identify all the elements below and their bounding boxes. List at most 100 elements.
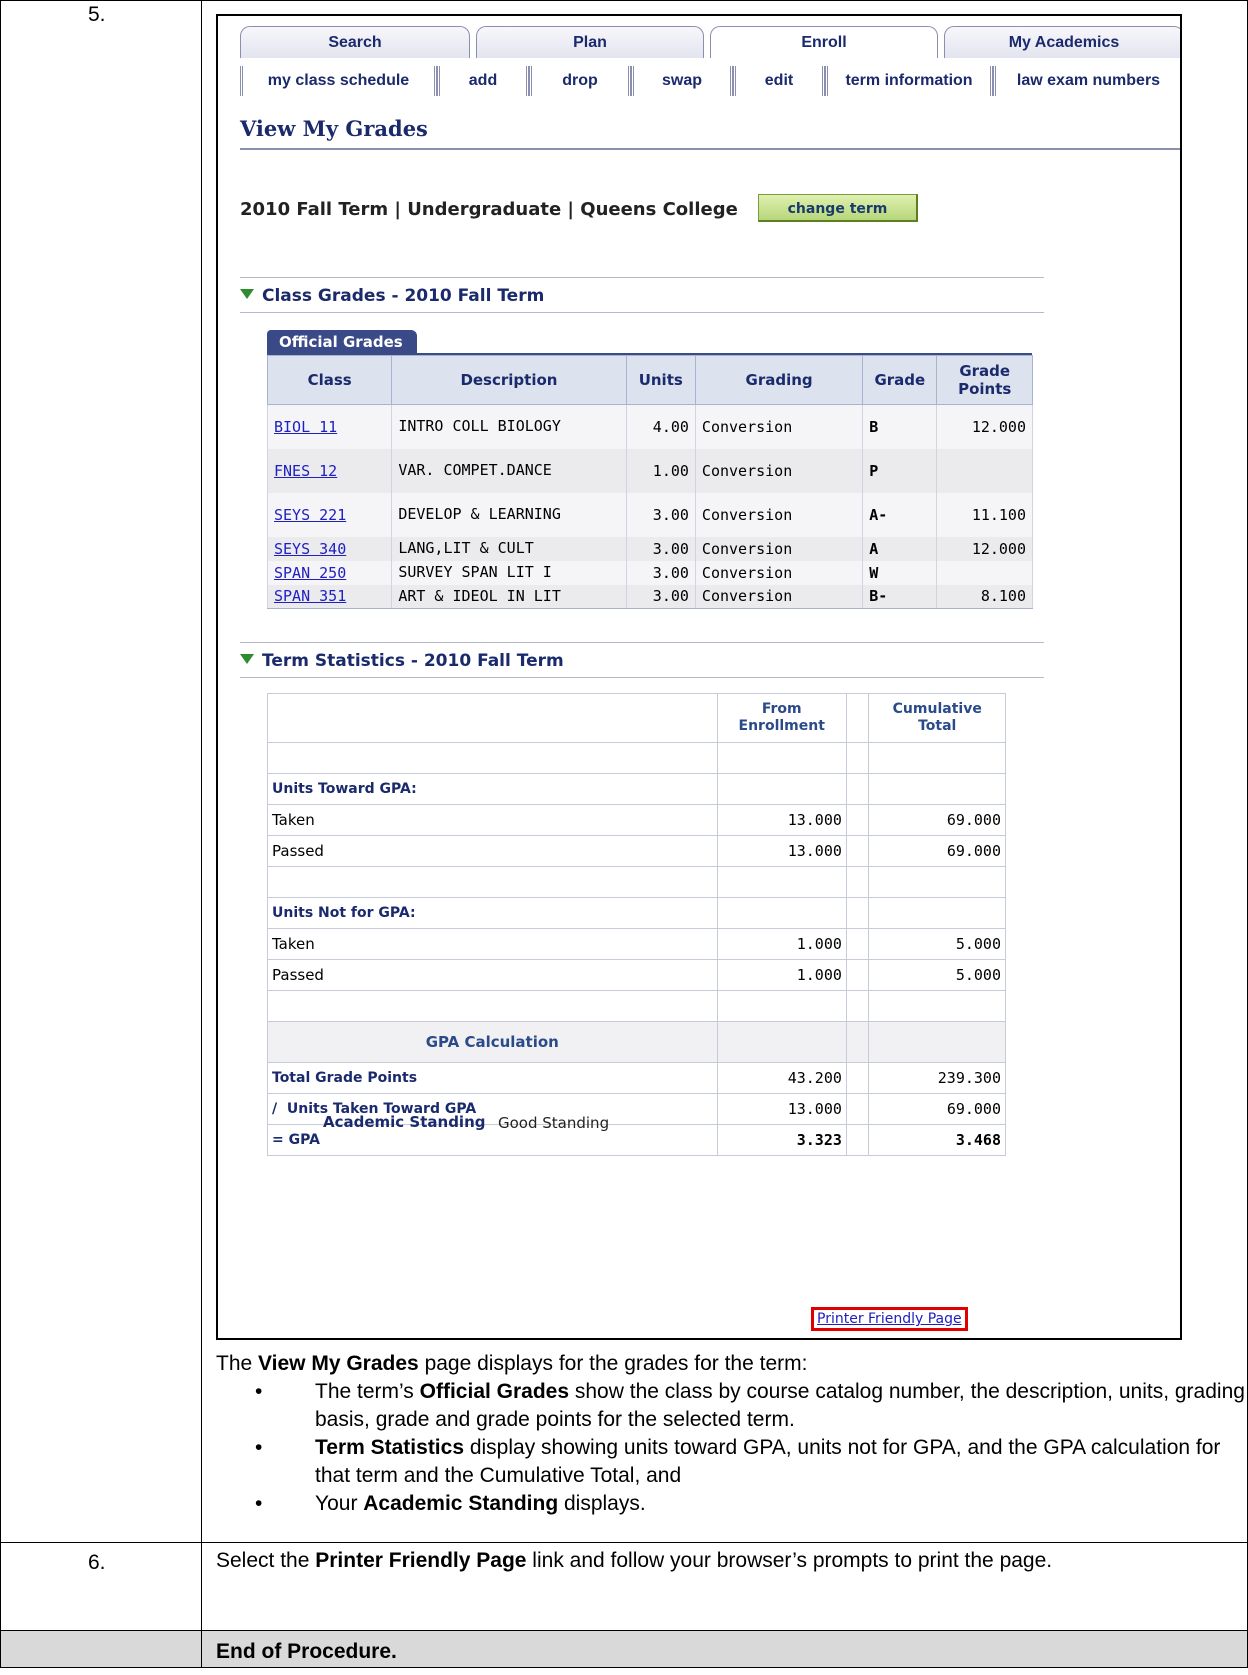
- text-run: The term’s: [315, 1380, 420, 1403]
- column-header: Grade: [862, 355, 938, 405]
- grading-cell: Conversion: [694, 584, 864, 609]
- table-row: SPAN 250 SURVEY SPAN LIT I 3.00 Conversion W: [266, 560, 1033, 585]
- official-grades-tab[interactable]: Official Grades: [267, 330, 417, 354]
- section-divider: [240, 677, 1044, 678]
- stats-value: 239.300: [868, 1062, 1006, 1094]
- class-cell: FNES 12: [266, 448, 393, 493]
- units-cell: 3.00: [625, 584, 696, 609]
- class-cell: SEYS 221: [266, 492, 393, 537]
- class-cell: SPAN 250: [266, 560, 393, 585]
- stats-value: 1.000: [716, 928, 847, 960]
- class-grades-title: Class Grades - 2010 Fall Term: [262, 286, 545, 306]
- class-cell: BIOL 11: [266, 404, 393, 449]
- description-cell: DEVELOP & LEARNING: [391, 492, 627, 537]
- tab-plan[interactable]: Plan: [476, 26, 704, 58]
- text-run: link and follow your browser’s prompts t…: [526, 1549, 1053, 1572]
- subtab-add[interactable]: add: [437, 66, 529, 96]
- table-row: SEYS 340 LANG,LIT & CULT 3.00 Conversion A 12…: [266, 536, 1033, 561]
- expand-triangle-icon[interactable]: [240, 654, 254, 664]
- printer-friendly-link[interactable]: Printer Friendly Page: [811, 1307, 968, 1331]
- term-line: 2010 Fall Term | Undergraduate | Queens …: [240, 199, 738, 220]
- grade-points-cell: [936, 448, 1033, 493]
- step-6-text: Select the Printer Friendly Page link an…: [216, 1547, 1236, 1575]
- stats-value: 5.000: [868, 959, 1006, 991]
- column-header: Grade Points: [936, 355, 1033, 405]
- bullet-item: Your Academic Standing displays.: [315, 1490, 1245, 1518]
- total-grade-points-label: Total Grade Points: [267, 1062, 718, 1094]
- stats-blank: [267, 866, 718, 898]
- table-row: SEYS 221 DEVELOP & LEARNING 3.00 Conversion…: [266, 492, 1033, 537]
- text-run-bold: Official Grades: [419, 1380, 570, 1403]
- term-stats-header[interactable]: Term Statistics - 2010 Fall Term: [240, 651, 564, 671]
- class-link[interactable]: SEYS 221: [274, 506, 346, 524]
- tab-search[interactable]: Search: [240, 26, 470, 58]
- subtab-bar: my class schedule add drop swap edit ter…: [240, 66, 1180, 98]
- table-row: FNES 12 VAR. COMPET.DANCE 1.00 Conversion P: [266, 448, 1033, 493]
- column-header: Class: [266, 355, 393, 405]
- section-divider: [240, 642, 1044, 643]
- class-grades-header[interactable]: Class Grades - 2010 Fall Term: [240, 286, 544, 306]
- bullet-icon: •: [255, 1492, 263, 1515]
- column-header: Description: [391, 355, 627, 405]
- screenshot-frame: Search Plan Enroll My Academics my class…: [216, 14, 1182, 1340]
- description-cell: ART & IDEOL IN LIT: [391, 584, 627, 609]
- text-run-bold: Printer Friendly Page: [315, 1549, 527, 1572]
- stats-corner: [267, 693, 718, 743]
- class-link[interactable]: SEYS 340: [274, 540, 346, 558]
- class-link[interactable]: BIOL 11: [274, 418, 337, 436]
- page-title: View My Grades: [240, 116, 428, 141]
- grades-table: Class Description Units Grading Grade Gr…: [266, 355, 1033, 609]
- grade-cell: A: [862, 536, 938, 561]
- grade-cell: W: [862, 560, 938, 585]
- subtab-law-exam-numbers[interactable]: law exam numbers: [993, 66, 1180, 96]
- units-toward-gpa-label: Units Toward GPA:: [267, 773, 718, 805]
- text-run-bold: Academic Standing: [363, 1492, 559, 1515]
- bullet-icon: •: [255, 1380, 263, 1403]
- description-cell: INTRO COLL BIOLOGY: [391, 404, 627, 449]
- academic-standing-label: Academic Standing: [323, 1113, 486, 1131]
- table-row: BIOL 11 INTRO COLL BIOLOGY 4.00 Conversion B…: [266, 404, 1033, 449]
- grade-cell: P: [862, 448, 938, 493]
- subtab-swap[interactable]: swap: [631, 66, 733, 96]
- units-cell: 1.00: [625, 448, 696, 493]
- stats-value: 69.000: [868, 1093, 1006, 1125]
- grade-points-cell: [936, 560, 1033, 585]
- taken-label: Taken: [267, 804, 718, 836]
- text-run-bold: Term Statistics: [315, 1436, 464, 1459]
- class-link[interactable]: SPAN 250: [274, 564, 346, 582]
- grading-cell: Conversion: [694, 492, 864, 537]
- end-text: End of Procedure.: [216, 1640, 397, 1663]
- taken-label: Taken: [267, 928, 718, 960]
- description-cell: LANG,LIT & CULT: [391, 536, 627, 561]
- tab-my-academics[interactable]: My Academics: [944, 26, 1180, 58]
- title-divider: [240, 148, 1180, 150]
- from-enrollment-header: From Enrollment: [716, 693, 847, 743]
- grading-cell: Conversion: [694, 560, 864, 585]
- gpa-value: 3.323: [716, 1124, 847, 1156]
- end-number-cell: [0, 1630, 202, 1668]
- subtab-edit[interactable]: edit: [733, 66, 825, 96]
- grade-points-cell: 12.000: [936, 404, 1033, 449]
- text-run: page displays for the grades for the ter…: [418, 1352, 808, 1375]
- term-stats-table: From Enrollment Cumulative Total Units T…: [267, 693, 1006, 1156]
- class-link[interactable]: FNES 12: [274, 462, 337, 480]
- subtab-term-information[interactable]: term information: [825, 66, 993, 96]
- description-intro: The View My Grades page displays for the…: [216, 1350, 807, 1378]
- academic-standing-value: Good Standing: [498, 1114, 610, 1132]
- stats-value: 69.000: [868, 804, 1006, 836]
- tab-enroll[interactable]: Enroll: [710, 26, 938, 58]
- subtab-drop[interactable]: drop: [529, 66, 631, 96]
- subtab-my-class-schedule[interactable]: my class schedule: [240, 66, 437, 96]
- step-number: 6.: [88, 1551, 106, 1574]
- stats-value: 69.000: [868, 835, 1006, 867]
- stats-value: 13.000: [716, 804, 847, 836]
- units-cell: 3.00: [625, 560, 696, 585]
- expand-triangle-icon[interactable]: [240, 289, 254, 299]
- change-term-button[interactable]: change term: [758, 194, 918, 222]
- grade-cell: A-: [862, 492, 938, 537]
- step-number: 5.: [88, 3, 106, 26]
- column-header: Units: [625, 355, 696, 405]
- text-run: Select the: [216, 1549, 316, 1572]
- class-link[interactable]: SPAN 351: [274, 587, 346, 605]
- stats-value: 13.000: [716, 835, 847, 867]
